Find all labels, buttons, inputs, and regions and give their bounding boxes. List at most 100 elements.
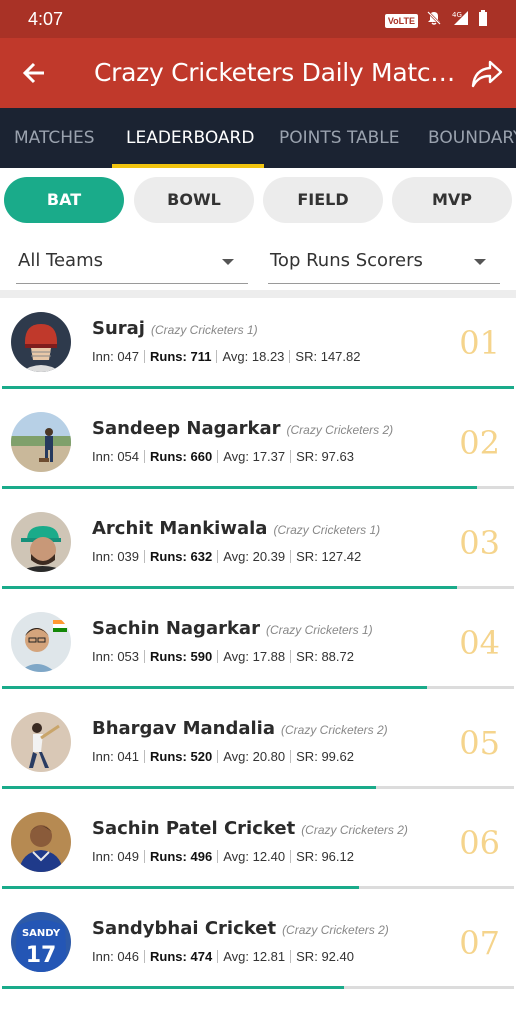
inn-label: Inn: bbox=[92, 749, 114, 764]
runs-progress-track bbox=[2, 586, 514, 589]
stat-separator bbox=[217, 550, 219, 563]
back-arrow-icon[interactable] bbox=[18, 56, 52, 90]
player-stats: Inn: 049 Runs: 496 Avg: 12.40 SR: 96.12 bbox=[92, 849, 354, 864]
stat-separator bbox=[144, 850, 146, 863]
runs-progress-track bbox=[2, 886, 514, 889]
inn-value: 046 bbox=[117, 949, 140, 964]
sr-value: 88.72 bbox=[321, 649, 354, 664]
runs-label: Runs: bbox=[150, 549, 187, 564]
player-avatar: SANDY 17 bbox=[11, 912, 71, 972]
leaderboard-row[interactable]: Sachin Patel Cricket (Crazy Cricketers 2)… bbox=[0, 798, 516, 898]
sr-label: SR: bbox=[296, 649, 318, 664]
chip-bowl[interactable]: BOWL bbox=[134, 177, 254, 223]
chip-mvp[interactable]: MVP bbox=[392, 177, 512, 223]
player-rank: 05 bbox=[459, 724, 500, 762]
leaderboard-row[interactable]: Sachin Nagarkar (Crazy Cricketers 1) Inn: … bbox=[0, 598, 516, 698]
metric-filter-dropdown[interactable]: Top Runs Scorers bbox=[268, 246, 500, 284]
runs-progress-track bbox=[2, 686, 514, 689]
avg-label: Avg: bbox=[223, 949, 249, 964]
stat-separator bbox=[144, 750, 146, 763]
stat-separator bbox=[290, 650, 292, 663]
player-team: (Crazy Cricketers 1) bbox=[265, 623, 373, 637]
player-name: Sachin Nagarkar bbox=[92, 618, 260, 639]
runs-label: Runs: bbox=[150, 849, 187, 864]
player-name-line: Archit Mankiwala (Crazy Cricketers 1) bbox=[92, 518, 380, 539]
stat-separator bbox=[144, 550, 146, 563]
chip-bat[interactable]: BAT bbox=[4, 177, 124, 223]
team-filter-dropdown[interactable]: All Teams bbox=[16, 246, 248, 284]
leaderboard-row[interactable]: Suraj (Crazy Cricketers 1) Inn: 047 Runs: 7… bbox=[0, 298, 516, 398]
stat-separator bbox=[289, 350, 291, 363]
signal-icon: 4G bbox=[450, 10, 470, 31]
runs-value: 474 bbox=[190, 949, 213, 964]
player-name: Sachin Patel Cricket bbox=[92, 818, 296, 839]
runs-progress-track bbox=[2, 986, 514, 989]
sr-label: SR: bbox=[296, 749, 318, 764]
player-team: (Crazy Cricketers 1) bbox=[273, 523, 381, 537]
sr-value: 147.82 bbox=[320, 349, 361, 364]
sr-value: 97.63 bbox=[321, 449, 354, 464]
player-name-line: Sandybhai Cricket (Crazy Cricketers 2) bbox=[92, 918, 389, 939]
sr-label: SR: bbox=[296, 549, 318, 564]
player-avatar bbox=[11, 512, 71, 572]
player-name: Bhargav Mandalia bbox=[92, 718, 275, 739]
avg-value: 17.37 bbox=[252, 449, 286, 464]
avg-value: 20.80 bbox=[252, 749, 286, 764]
player-team: (Crazy Cricketers 1) bbox=[150, 323, 258, 337]
stat-separator bbox=[217, 950, 219, 963]
tab-matches[interactable]: MATCHES bbox=[14, 128, 95, 148]
sr-label: SR: bbox=[296, 849, 318, 864]
runs-label: Runs: bbox=[150, 749, 187, 764]
inn-label: Inn: bbox=[92, 549, 114, 564]
runs-label: Runs: bbox=[150, 649, 187, 664]
avg-label: Avg: bbox=[223, 649, 249, 664]
stat-separator bbox=[217, 650, 219, 663]
stat-separator bbox=[144, 950, 146, 963]
avg-value: 20.39 bbox=[252, 549, 286, 564]
player-avatar bbox=[11, 812, 71, 872]
leaderboard-list: Suraj (Crazy Cricketers 1) Inn: 047 Runs: 7… bbox=[0, 298, 516, 998]
player-stats: Inn: 047 Runs: 711 Avg: 18.23 SR: 147.82 bbox=[92, 349, 360, 364]
stat-separator bbox=[290, 450, 292, 463]
player-name-line: Sandeep Nagarkar (Crazy Cricketers 2) bbox=[92, 418, 393, 439]
chip-field[interactable]: FIELD bbox=[263, 177, 383, 223]
runs-value: 496 bbox=[190, 849, 213, 864]
avg-label: Avg: bbox=[223, 749, 249, 764]
sr-value: 92.40 bbox=[321, 949, 354, 964]
avg-label: Avg: bbox=[223, 449, 249, 464]
leaderboard-row[interactable]: Bhargav Mandalia (Crazy Cricketers 2) Inn:… bbox=[0, 698, 516, 798]
status-bar: 4:07 VoLTE 4G bbox=[0, 0, 516, 38]
player-avatar bbox=[11, 612, 71, 672]
player-stats: Inn: 039 Runs: 632 Avg: 20.39 SR: 127.42 bbox=[92, 549, 361, 564]
player-avatar bbox=[11, 312, 71, 372]
tab-boundary[interactable]: BOUNDARY bbox=[428, 128, 516, 148]
runs-progress-fill bbox=[2, 986, 344, 989]
player-rank: 04 bbox=[459, 624, 500, 662]
page-title: Crazy Cricketers Daily Match... bbox=[94, 58, 462, 87]
jersey-number-text: 17 bbox=[26, 943, 57, 968]
network-label: 4G bbox=[452, 11, 462, 19]
stat-separator bbox=[217, 750, 219, 763]
stat-separator bbox=[217, 850, 219, 863]
share-icon[interactable] bbox=[470, 58, 504, 90]
tab-leaderboard[interactable]: LEADERBOARD bbox=[126, 128, 254, 148]
leaderboard-row[interactable]: Archit Mankiwala (Crazy Cricketers 1) Inn:… bbox=[0, 498, 516, 598]
leaderboard-row[interactable]: SANDY 17 Sandybhai Cricket (Crazy Cricketer… bbox=[0, 898, 516, 998]
runs-value: 660 bbox=[190, 449, 213, 464]
player-avatar bbox=[11, 712, 71, 772]
stat-separator bbox=[290, 750, 292, 763]
player-avatar bbox=[11, 412, 71, 472]
runs-progress-fill bbox=[2, 486, 478, 489]
avg-value: 18.23 bbox=[251, 349, 285, 364]
section-divider bbox=[0, 290, 516, 298]
inn-value: 054 bbox=[117, 449, 140, 464]
player-name-line: Sachin Nagarkar (Crazy Cricketers 1) bbox=[92, 618, 373, 639]
player-name: Sandybhai Cricket bbox=[92, 918, 277, 939]
leaderboard-row[interactable]: Sandeep Nagarkar (Crazy Cricketers 2) Inn:… bbox=[0, 398, 516, 498]
sr-value: 99.62 bbox=[321, 749, 354, 764]
app-bar: Crazy Cricketers Daily Match... bbox=[0, 38, 516, 108]
avg-label: Avg: bbox=[223, 549, 249, 564]
battery-icon bbox=[478, 10, 488, 31]
status-icons: VoLTE 4G bbox=[384, 10, 488, 31]
tab-points-table[interactable]: POINTS TABLE bbox=[279, 128, 400, 148]
